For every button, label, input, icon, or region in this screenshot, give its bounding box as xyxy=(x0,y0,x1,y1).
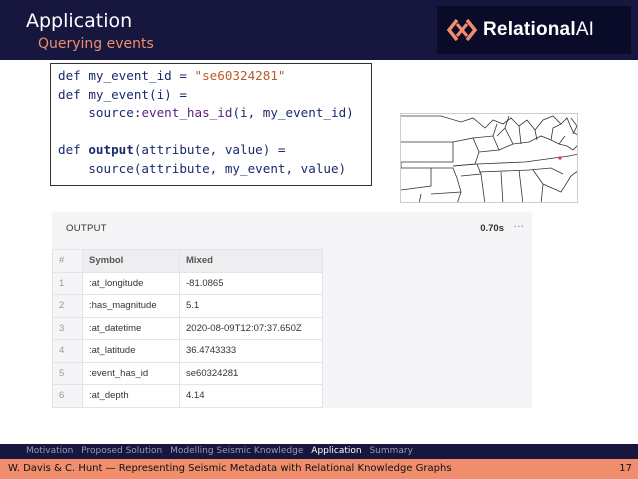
map-state-line xyxy=(512,135,568,147)
column-header-mixed[interactable]: Mixed xyxy=(179,249,323,273)
code-line-5: def output(attribute, value) = xyxy=(58,141,371,160)
table-row: 3 :at_datetime 2020-08-09T12:07:37.650Z xyxy=(52,316,532,340)
row-index: 1 xyxy=(52,271,83,295)
row-value: 4.14 xyxy=(179,384,323,408)
logo-suffix: AI xyxy=(575,19,595,40)
table-filler xyxy=(322,317,532,340)
logo-wordmark: RelationalAI xyxy=(483,19,594,41)
row-symbol: :has_magnitude xyxy=(82,294,180,318)
code-operator: = xyxy=(171,86,187,102)
code-identifier: my_event_id xyxy=(88,68,172,83)
nav-item-modelling[interactable]: Modelling Seismic Knowledge xyxy=(170,446,303,456)
code-line-3: source:event_has_id(i, my_event_id) xyxy=(58,104,371,123)
code-identifier: source xyxy=(88,105,134,121)
table-row: 2 :has_magnitude 5.1 xyxy=(52,294,532,318)
relationalai-logo-icon xyxy=(447,18,477,42)
map-state-line xyxy=(478,167,564,175)
code-block: def my_event_id = "se60324281" def my_ev… xyxy=(50,63,372,186)
code-arguments: (attribute, value) = xyxy=(133,142,286,158)
column-header-index: # xyxy=(52,249,83,273)
code-keyword: def xyxy=(58,142,81,158)
row-value: -81.0865 xyxy=(179,271,323,295)
map-carolina-line xyxy=(532,169,577,193)
code-string: "se60324281" xyxy=(194,68,286,83)
column-header-symbol[interactable]: Symbol xyxy=(82,249,180,273)
code-identifier: output xyxy=(88,142,134,158)
map-tn-line xyxy=(476,153,577,165)
row-symbol: :at_longitude xyxy=(82,271,180,295)
more-options-icon[interactable]: ··· xyxy=(514,220,525,233)
row-index: 3 xyxy=(52,316,83,340)
map-state-line xyxy=(401,162,432,191)
map-state-line xyxy=(492,123,514,151)
table-filler xyxy=(322,362,532,385)
code-operator: = xyxy=(171,68,195,83)
code-line-1: def my_event_id = "se60324281" xyxy=(58,67,371,86)
nav-item-summary[interactable]: Summary xyxy=(369,446,413,456)
code-relation: event_has_id xyxy=(141,105,233,121)
row-value: 36.4743333 xyxy=(179,339,323,363)
table-filler xyxy=(322,384,532,407)
table-filler xyxy=(322,339,532,362)
row-index: 6 xyxy=(52,384,83,408)
output-table: # Symbol Mixed 1 :at_longitude -81.0865 … xyxy=(52,249,532,408)
logo-brand: Relational xyxy=(483,19,576,40)
code-keyword: def xyxy=(58,68,81,83)
map-state-line xyxy=(452,137,480,167)
relationalai-logo: RelationalAI xyxy=(437,6,631,54)
footer-text: W. Davis & C. Hunt — Representing Seismi… xyxy=(8,463,452,474)
row-symbol: :at_datetime xyxy=(82,316,180,340)
map-drawing xyxy=(401,115,577,202)
table-row: 4 :at_latitude 36.4743333 xyxy=(52,339,532,363)
map-state-line xyxy=(480,169,524,202)
code-line-6: source(attribute, my_event, value) xyxy=(58,160,371,179)
map-border-north xyxy=(401,115,577,136)
output-time: 0.70s xyxy=(480,223,504,234)
us-states-map xyxy=(400,113,578,203)
table-row: 1 :at_longitude -81.0865 xyxy=(52,271,532,295)
row-index: 2 xyxy=(52,294,83,318)
row-symbol: :event_has_id xyxy=(82,361,180,385)
page-number: 17 xyxy=(619,463,632,474)
map-state-line xyxy=(504,115,538,145)
row-value: se60324281 xyxy=(179,361,323,385)
table-filler xyxy=(322,294,532,317)
row-symbol: :at_latitude xyxy=(82,339,180,363)
code-keyword: def xyxy=(58,86,81,102)
slide-subtitle: Querying events xyxy=(38,36,154,52)
row-index: 4 xyxy=(52,339,83,363)
slide-header: Application Querying events RelationalAI xyxy=(0,0,638,60)
table-row: 5 :event_has_id se60324281 xyxy=(52,361,532,385)
map-state-line xyxy=(540,183,544,202)
row-value: 2020-08-09T12:07:37.650Z xyxy=(179,316,323,340)
row-value: 5.1 xyxy=(179,294,323,318)
section-nav: Motivation Proposed Solution Modelling S… xyxy=(0,444,638,459)
nav-item-motivation[interactable]: Motivation xyxy=(26,446,73,456)
table-filler xyxy=(322,249,532,272)
row-symbol: :at_depth xyxy=(82,384,180,408)
nav-item-application[interactable]: Application xyxy=(311,446,361,456)
nav-item-proposed-solution[interactable]: Proposed Solution xyxy=(81,446,162,456)
map-state-line xyxy=(472,135,500,153)
code-arguments: (attribute, my_event, value) xyxy=(133,160,347,176)
code-arguments: (i, my_event_id) xyxy=(232,105,354,121)
map-state-line xyxy=(452,163,482,177)
map-state-line xyxy=(430,167,462,195)
code-identifier: my_event(i) xyxy=(88,86,172,102)
output-panel: OUTPUT 0.70s ··· # Symbol Mixed 1 :at_lo… xyxy=(52,212,532,408)
earthquake-marker xyxy=(558,156,562,160)
table-filler xyxy=(322,272,532,295)
output-title: OUTPUT xyxy=(66,223,107,234)
row-index: 5 xyxy=(52,361,83,385)
table-header-row: # Symbol Mixed xyxy=(52,249,532,273)
slide-title: Application xyxy=(26,10,133,32)
map-state-line xyxy=(401,141,454,163)
footer-bar: W. Davis & C. Hunt — Representing Seismi… xyxy=(0,459,638,479)
code-identifier: source xyxy=(88,160,134,176)
code-line-2: def my_event(i) = xyxy=(58,86,371,105)
table-row: 6 :at_depth 4.14 xyxy=(52,384,532,408)
